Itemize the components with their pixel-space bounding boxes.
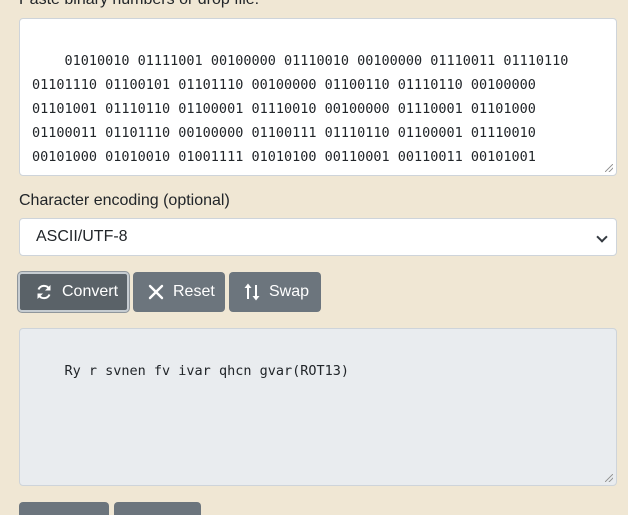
encoding-label: Character encoding (optional) — [19, 192, 230, 209]
input-label: Paste binary numbers or drop file: — [19, 0, 259, 9]
binary-input-value: 01010010 01111001 00100000 01110010 0010… — [32, 53, 569, 165]
binary-input-textarea[interactable]: 01010010 01111001 00100000 01110010 0010… — [19, 18, 617, 176]
text-output-textarea[interactable]: Ry r svnen fv ivar qhcn gvar(ROT13) — [19, 328, 617, 486]
text-output-value: Ry r svnen fv ivar qhcn gvar(ROT13) — [64, 363, 349, 379]
encoding-select[interactable]: ASCII/UTF-8 — [19, 218, 617, 256]
refresh-icon — [37, 284, 51, 300]
output-action-button[interactable] — [114, 502, 201, 515]
encoding-selected-value: ASCII/UTF-8 — [36, 228, 128, 245]
swap-button-label: Swap — [269, 283, 310, 300]
convert-button[interactable]: Convert — [18, 272, 129, 312]
convert-button-label: Convert — [62, 283, 119, 300]
binary-converter-page: Paste binary numbers or drop file: 01010… — [0, 0, 628, 515]
swap-vertical-icon — [244, 283, 260, 301]
reset-button[interactable]: Reset — [133, 272, 225, 312]
resize-grip-icon[interactable] — [605, 164, 613, 172]
output-action-button[interactable] — [19, 502, 109, 515]
close-icon — [148, 284, 164, 300]
chevron-down-icon — [596, 231, 608, 243]
resize-grip-icon[interactable] — [605, 474, 613, 482]
swap-button[interactable]: Swap — [229, 272, 321, 312]
reset-button-label: Reset — [173, 283, 215, 300]
